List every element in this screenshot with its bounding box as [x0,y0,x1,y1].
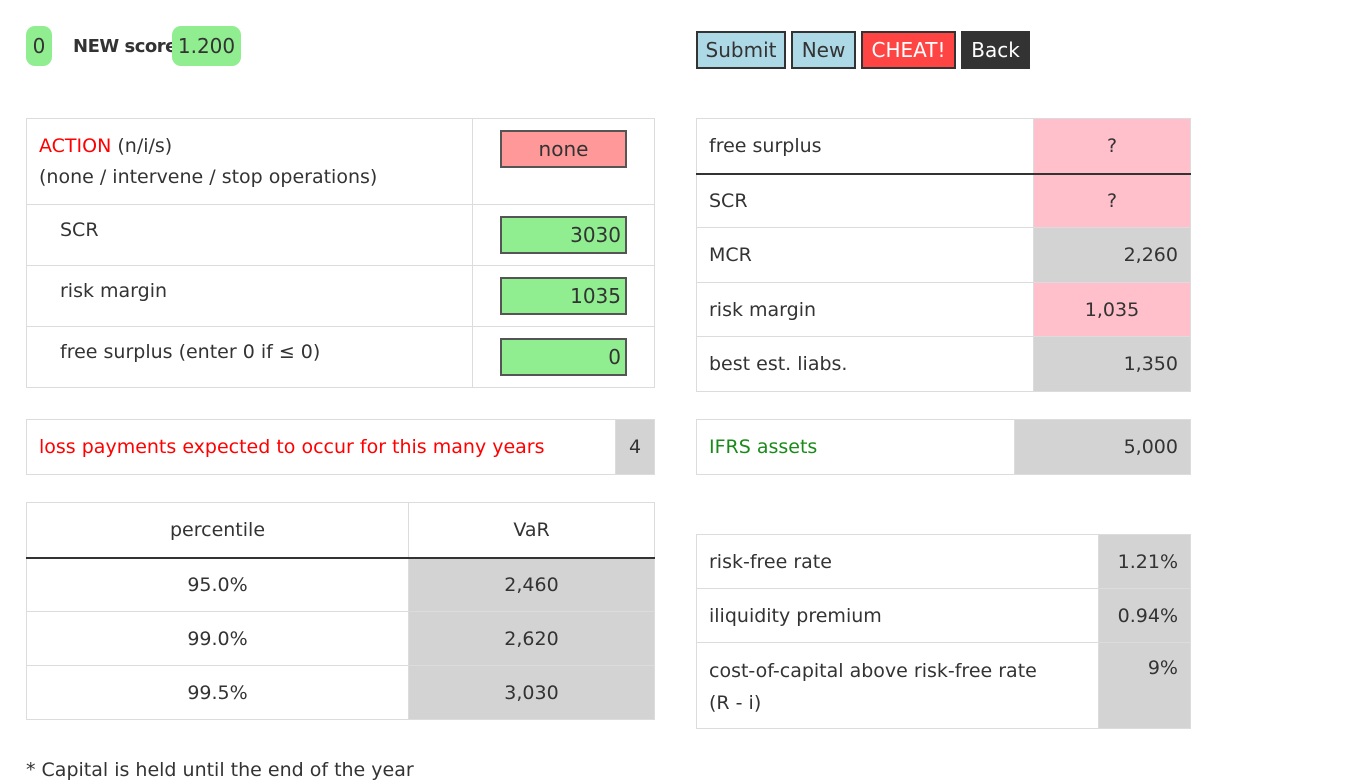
percentile-header: percentile [26,502,409,559]
ifrs-label: IFRS assets [696,419,1015,475]
cost-of-capital-sub: (R - i) [709,692,762,714]
scr-input[interactable]: 3030 [500,216,627,254]
percentile-cell: 99.0% [26,611,409,666]
cost-of-capital-label: cost-of-capital above risk-free rate [709,660,1037,682]
new-button[interactable]: New [791,31,856,69]
ifrs-table: IFRS assets 5,000 [696,419,1191,475]
action-hint: (n/i/s) [117,135,173,157]
balance-value: 1,350 [1033,336,1191,392]
table-row: 95.0% 2,460 [26,557,655,612]
action-input[interactable]: none [500,130,627,168]
balance-label: SCR [696,173,1034,228]
balance-label: MCR [696,227,1034,283]
submit-button[interactable]: Submit [696,31,786,69]
balance-value: 2,260 [1033,227,1191,283]
balance-table: free surplus ? SCR ? MCR 2,260 risk marg… [696,118,1191,392]
action-cell: ACTION (n/i/s) (none / intervene / stop … [26,118,473,205]
action-options: (none / intervene / stop operations) [39,166,378,188]
var-cell: 2,620 [408,611,655,666]
rate-value: 9% [1098,642,1191,729]
risk-margin-label: risk margin [26,265,473,327]
balance-value: 1,035 [1033,282,1191,337]
free-surplus-input[interactable]: 0 [500,338,627,376]
balance-value: ? [1033,118,1191,175]
ifrs-value: 5,000 [1014,419,1191,475]
score-value-badge: 1.200 [172,26,241,66]
var-cell: 3,030 [408,665,655,720]
input-table: ACTION (n/i/s) (none / intervene / stop … [26,118,655,388]
rate-label: risk-free rate [696,534,1099,589]
percentile-cell: 99.5% [26,665,409,720]
balance-label: risk margin [696,282,1034,337]
rate-value: 0.94% [1098,588,1191,643]
rate-value: 1.21% [1098,534,1191,589]
loss-years-value: 4 [615,419,655,475]
loss-years-table: loss payments expected to occur for this… [26,419,655,475]
var-header: VaR [408,502,655,559]
percentile-cell: 95.0% [26,557,409,612]
back-button[interactable]: Back [961,31,1030,69]
table-row: 99.0% 2,620 [26,611,655,666]
var-table: percentile VaR 95.0% 2,460 99.0% 2,620 9… [26,502,655,720]
footnote: * Capital is held until the end of the y… [26,759,414,781]
free-surplus-label: free surplus (enter 0 if ≤ 0) [26,326,473,388]
cheat-button[interactable]: CHEAT! [861,31,956,69]
rate-label: iliquidity premium [696,588,1099,643]
balance-label: free surplus [696,118,1034,175]
action-title: ACTION [39,135,112,157]
balance-label: best est. liabs. [696,336,1034,392]
balance-value: ? [1033,173,1191,228]
risk-margin-input[interactable]: 1035 [500,277,627,315]
score-label: NEW score [73,36,177,57]
rates-table: risk-free rate 1.21% iliquidity premium … [696,534,1191,729]
rate-label: cost-of-capital above risk-free rate (R … [696,642,1099,729]
loss-years-label: loss payments expected to occur for this… [26,419,616,475]
scr-label: SCR [26,204,473,266]
attempt-count-badge: 0 [26,26,52,66]
table-row: 99.5% 3,030 [26,665,655,720]
var-cell: 2,460 [408,557,655,612]
